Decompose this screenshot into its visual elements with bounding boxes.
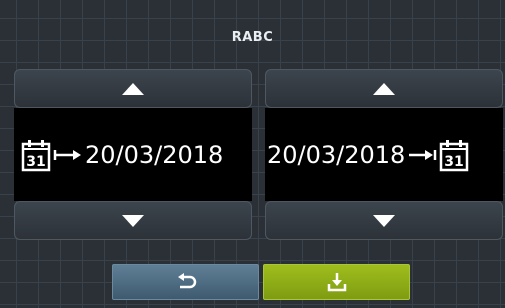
calendar-day: 31	[26, 154, 45, 170]
end-arrow-icon	[409, 149, 437, 160]
end-date-value: 20/03/2018	[267, 140, 406, 169]
start-date-value: 20/03/2018	[85, 140, 224, 169]
start-date-decrement-button[interactable]	[14, 201, 252, 240]
end-date-panel: 20/03/2018 31	[265, 69, 503, 240]
calendar-icon: 31	[440, 139, 469, 171]
save-button[interactable]	[263, 264, 410, 300]
triangle-down-icon	[122, 214, 144, 227]
end-date-field[interactable]: 20/03/2018 31	[265, 108, 503, 201]
start-date-panel: 31 20/03/2018	[14, 69, 252, 240]
calendar-day: 31	[445, 154, 464, 170]
end-date-decrement-button[interactable]	[265, 201, 503, 240]
triangle-up-icon	[122, 82, 144, 95]
calendar-icon: 31	[21, 139, 51, 171]
start-date-increment-button[interactable]	[14, 69, 252, 108]
download-icon	[327, 273, 346, 292]
start-date-field[interactable]: 31 20/03/2018	[14, 108, 252, 201]
triangle-up-icon	[373, 82, 395, 95]
end-date-increment-button[interactable]	[265, 69, 503, 108]
back-button[interactable]	[112, 264, 259, 300]
undo-icon	[177, 273, 196, 289]
page-title: RABC	[231, 30, 274, 45]
triangle-down-icon	[373, 214, 395, 227]
start-arrow-icon	[53, 149, 81, 160]
